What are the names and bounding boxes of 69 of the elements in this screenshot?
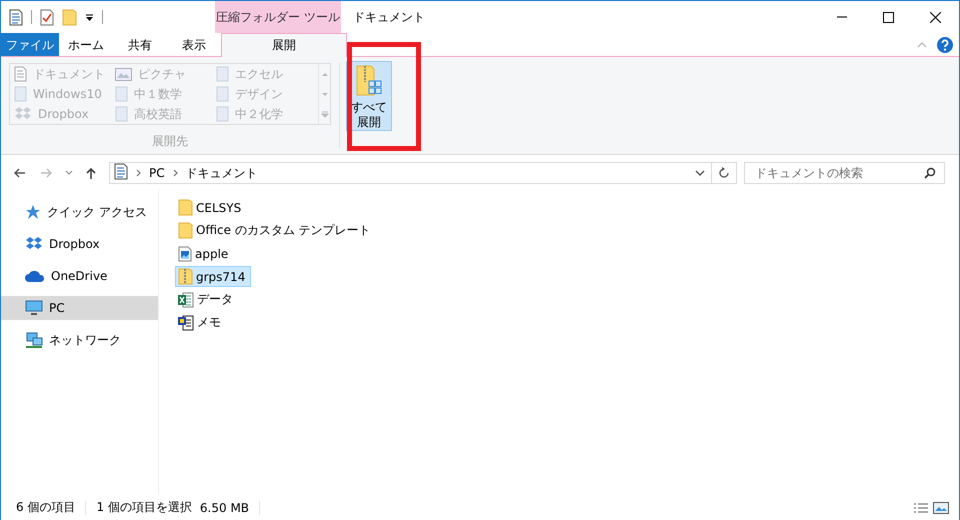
- help-icon[interactable]: [937, 36, 953, 52]
- picture-icon: [115, 68, 132, 80]
- zipped-folder-icon: [178, 268, 193, 285]
- blank-page-icon: [115, 106, 128, 122]
- sidebar-label: Dropbox: [49, 237, 100, 251]
- cloud-icon: [25, 269, 45, 283]
- computer-icon: [25, 300, 43, 316]
- dropdown-icon[interactable]: [85, 12, 94, 22]
- search-box[interactable]: ドキュメントの検索: [744, 162, 945, 184]
- file-item[interactable]: Office のカスタム テンプレート: [175, 220, 377, 241]
- file-name: grps714: [196, 270, 246, 284]
- sidebar-item[interactable]: OneDrive: [1, 264, 158, 288]
- ribbon-tab[interactable]: ホーム: [59, 33, 113, 56]
- star-icon: [25, 204, 41, 220]
- sidebar-label: PC: [49, 301, 65, 315]
- blank-page-icon: [216, 106, 229, 122]
- blank-page-icon: [216, 66, 229, 82]
- selection-info: 1 個の項目を選択: [96, 499, 192, 516]
- sidebar-item[interactable]: クイック アクセス: [1, 200, 158, 224]
- dropbox-icon: [14, 106, 32, 122]
- folder-icon: [178, 199, 193, 216]
- file-name: Office のカスタム テンプレート: [196, 222, 371, 239]
- blank-page-icon: [14, 86, 27, 102]
- item-count: 6 個の項目: [16, 499, 76, 516]
- breadcrumb-item[interactable]: PC: [149, 166, 165, 180]
- close-icon: [930, 12, 941, 22]
- file-name: メモ: [197, 314, 221, 331]
- contextual-tab-header: 圧縮フォルダー ツール: [215, 1, 341, 33]
- file-name: apple: [195, 246, 228, 260]
- file-item[interactable]: apple: [175, 243, 234, 264]
- details-view-icon[interactable]: [913, 502, 929, 514]
- zipped-folder-icon: [356, 65, 382, 97]
- sidebar-item[interactable]: PC: [1, 296, 158, 320]
- image-file-icon: [178, 246, 192, 262]
- sidebar-item[interactable]: ネットワーク: [1, 328, 158, 352]
- group-label: 展開先: [152, 133, 188, 150]
- file-tab[interactable]: ファイル: [1, 33, 59, 56]
- maximize-icon: [883, 12, 894, 22]
- file-item[interactable]: CELSYS: [175, 197, 248, 218]
- document-icon: [14, 66, 27, 82]
- large-icons-view-icon[interactable]: [933, 502, 949, 514]
- ribbon-tab[interactable]: 表示: [167, 33, 221, 56]
- properties-icon[interactable]: [9, 8, 23, 26]
- spreadsheet-file-icon: [178, 292, 194, 308]
- dropbox-icon: [25, 236, 43, 252]
- file-item[interactable]: メモ: [175, 312, 227, 333]
- file-item[interactable]: grps714: [175, 266, 252, 287]
- breadcrumb-item[interactable]: ドキュメント: [186, 164, 258, 182]
- search-field[interactable]: ドキュメントの検索: [753, 165, 924, 181]
- selection-size: 6.50 MB: [200, 500, 250, 514]
- blank-page-icon: [115, 86, 128, 102]
- sidebar-label: ネットワーク: [49, 332, 121, 348]
- ribbon-tab[interactable]: 共有: [113, 33, 167, 56]
- sidebar-label: クイック アクセス: [47, 204, 147, 220]
- checkmark-document-icon[interactable]: [40, 8, 54, 26]
- ribbon-tab[interactable]: 展開: [221, 33, 347, 57]
- search-icon[interactable]: [924, 167, 936, 179]
- breadcrumb-chevron-icon[interactable]: [136, 169, 141, 177]
- file-item[interactable]: データ: [175, 289, 239, 310]
- sidebar-item[interactable]: Dropbox: [1, 232, 158, 256]
- breadcrumb-chevron-icon[interactable]: [172, 169, 178, 177]
- text-file-icon: [178, 314, 194, 330]
- folder-icon: [178, 222, 193, 239]
- blank-page-icon: [216, 86, 229, 102]
- sidebar-label: OneDrive: [51, 269, 108, 283]
- file-name: CELSYS: [196, 200, 242, 214]
- file-name: データ: [197, 291, 233, 308]
- network-icon: [25, 332, 43, 348]
- window-title: ドキュメント: [353, 8, 425, 26]
